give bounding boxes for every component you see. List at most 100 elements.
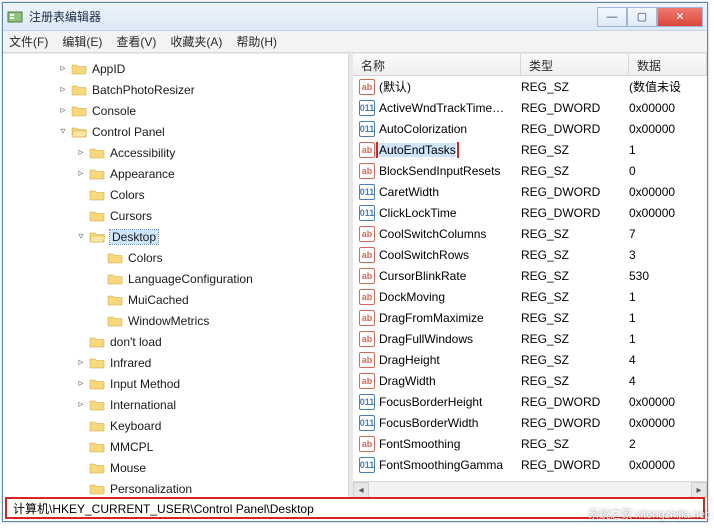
folder-icon <box>89 482 105 496</box>
close-button[interactable]: ✕ <box>657 7 703 27</box>
tree-node[interactable]: ▹ Accessibility <box>3 142 348 163</box>
folder-icon <box>89 440 105 454</box>
tree-node[interactable]: ▹ Infrared <box>3 352 348 373</box>
value-row[interactable]: ab FontSmoothing REG_SZ 2 <box>353 433 707 454</box>
tree-node[interactable]: ▿ Control Panel <box>3 121 348 142</box>
value-row[interactable]: ab DragFullWindows REG_SZ 1 <box>353 328 707 349</box>
tree-node[interactable]: Colors <box>3 184 348 205</box>
expand-toggle[interactable]: ▹ <box>75 378 87 389</box>
folder-icon <box>89 167 105 181</box>
value-row[interactable]: 011 ActiveWndTrackTime… REG_DWORD 0x0000… <box>353 97 707 118</box>
menu-file[interactable]: 文件(F) <box>9 33 48 50</box>
expand-toggle[interactable]: ▿ <box>75 231 87 242</box>
tree-node[interactable]: ▹ AppID <box>3 58 348 79</box>
value-row[interactable]: 011 CaretWidth REG_DWORD 0x00000 <box>353 181 707 202</box>
tree-node[interactable]: Mouse <box>3 457 348 478</box>
expand-toggle[interactable]: ▹ <box>57 84 69 95</box>
menu-help[interactable]: 帮助(H) <box>236 33 277 50</box>
expand-toggle[interactable]: ▹ <box>75 147 87 158</box>
value-row[interactable]: 011 FontSmoothingGamma REG_DWORD 0x00000 <box>353 454 707 475</box>
tree-node[interactable]: MMCPL <box>3 436 348 457</box>
value-row[interactable]: ab CursorBlinkRate REG_SZ 530 <box>353 265 707 286</box>
value-data: 0 <box>629 164 707 178</box>
maximize-button[interactable]: ▢ <box>627 7 657 27</box>
menu-view[interactable]: 查看(V) <box>116 33 156 50</box>
tree-node[interactable]: don't load <box>3 331 348 352</box>
tree-node-label: Control Panel <box>92 125 165 139</box>
tree-node[interactable]: ▹ Appearance <box>3 163 348 184</box>
value-row[interactable]: 011 AutoColorization REG_DWORD 0x00000 <box>353 118 707 139</box>
value-data: 4 <box>629 353 707 367</box>
string-value-icon: ab <box>359 373 375 389</box>
value-name: FocusBorderWidth <box>379 416 478 430</box>
tree-node[interactable]: ▹ International <box>3 394 348 415</box>
value-row[interactable]: ab DragHeight REG_SZ 4 <box>353 349 707 370</box>
window-buttons: — ▢ ✕ <box>597 7 703 27</box>
status-bar: 计算机\HKEY_CURRENT_USER\Control Panel\Desk… <box>5 497 705 519</box>
string-value-icon: ab <box>359 310 375 326</box>
col-header-data[interactable]: 数据 <box>629 54 707 75</box>
tree-node-label: Colors <box>128 251 163 265</box>
value-name: CoolSwitchRows <box>379 248 469 262</box>
value-row[interactable]: ab BlockSendInputResets REG_SZ 0 <box>353 160 707 181</box>
value-data: 7 <box>629 227 707 241</box>
expand-toggle[interactable]: ▹ <box>75 399 87 410</box>
value-type: REG_SZ <box>521 80 629 94</box>
folder-icon <box>107 272 123 286</box>
value-row[interactable]: ab CoolSwitchRows REG_SZ 3 <box>353 244 707 265</box>
scroll-right-button[interactable]: ▸ <box>691 482 707 498</box>
tree-node[interactable]: WindowMetrics <box>3 310 348 331</box>
value-name: CursorBlinkRate <box>379 269 466 283</box>
string-value-icon: ab <box>359 289 375 305</box>
dword-value-icon: 011 <box>359 457 375 473</box>
scroll-left-button[interactable]: ◂ <box>353 482 369 498</box>
folder-icon <box>89 188 105 202</box>
value-row[interactable]: ab CoolSwitchColumns REG_SZ 7 <box>353 223 707 244</box>
value-row[interactable]: ab (默认) REG_SZ (数值未设 <box>353 76 707 97</box>
value-type: REG_SZ <box>521 332 629 346</box>
value-name: DockMoving <box>379 290 445 304</box>
value-row[interactable]: 011 ClickLockTime REG_DWORD 0x00000 <box>353 202 707 223</box>
scroll-track[interactable] <box>369 482 691 497</box>
value-row[interactable]: ab DockMoving REG_SZ 1 <box>353 286 707 307</box>
expand-toggle[interactable]: ▹ <box>75 357 87 368</box>
expand-toggle[interactable]: ▹ <box>57 63 69 74</box>
expand-toggle[interactable]: ▿ <box>57 126 69 137</box>
dword-value-icon: 011 <box>359 100 375 116</box>
value-row[interactable]: 011 FocusBorderHeight REG_DWORD 0x00000 <box>353 391 707 412</box>
menu-edit[interactable]: 编辑(E) <box>62 33 102 50</box>
horizontal-scrollbar[interactable]: ◂ ▸ <box>353 481 707 497</box>
tree-node-label: Accessibility <box>110 146 175 160</box>
dword-value-icon: 011 <box>359 415 375 431</box>
tree-node[interactable]: MuiCached <box>3 289 348 310</box>
folder-icon <box>89 230 105 244</box>
col-header-type[interactable]: 类型 <box>521 54 629 75</box>
tree-node[interactable]: LanguageConfiguration <box>3 268 348 289</box>
tree-node-label: Desktop <box>110 230 158 244</box>
tree-node[interactable]: Cursors <box>3 205 348 226</box>
tree-node[interactable]: Personalization <box>3 478 348 497</box>
tree-node[interactable]: Colors <box>3 247 348 268</box>
menu-favorites[interactable]: 收藏夹(A) <box>170 33 222 50</box>
expand-toggle[interactable]: ▹ <box>75 168 87 179</box>
list-body[interactable]: ab (默认) REG_SZ (数值未设 011 ActiveWndTrackT… <box>353 76 707 481</box>
tree-node[interactable]: ▹ Input Method <box>3 373 348 394</box>
tree-node[interactable]: Keyboard <box>3 415 348 436</box>
value-row[interactable]: ab DragFromMaximize REG_SZ 1 <box>353 307 707 328</box>
value-row[interactable]: ab AutoEndTasks REG_SZ 1 <box>353 139 707 160</box>
value-data: 1 <box>629 332 707 346</box>
tree-node[interactable]: ▿ Desktop <box>3 226 348 247</box>
tree-node[interactable]: ▹ BatchPhotoResizer <box>3 79 348 100</box>
minimize-button[interactable]: — <box>597 7 627 27</box>
col-header-name[interactable]: 名称 <box>353 54 521 75</box>
expand-toggle[interactable]: ▹ <box>57 105 69 116</box>
value-row[interactable]: 011 FocusBorderWidth REG_DWORD 0x00000 <box>353 412 707 433</box>
value-type: REG_DWORD <box>521 101 629 115</box>
tree-node[interactable]: ▹ Console <box>3 100 348 121</box>
titlebar[interactable]: 注册表编辑器 — ▢ ✕ <box>3 3 707 31</box>
folder-icon <box>89 209 105 223</box>
registry-tree[interactable]: ▹ AppID▹ BatchPhotoResizer▹ Console▿ Con… <box>3 54 349 497</box>
value-type: REG_SZ <box>521 164 629 178</box>
value-row[interactable]: ab DragWidth REG_SZ 4 <box>353 370 707 391</box>
value-type: REG_SZ <box>521 143 629 157</box>
